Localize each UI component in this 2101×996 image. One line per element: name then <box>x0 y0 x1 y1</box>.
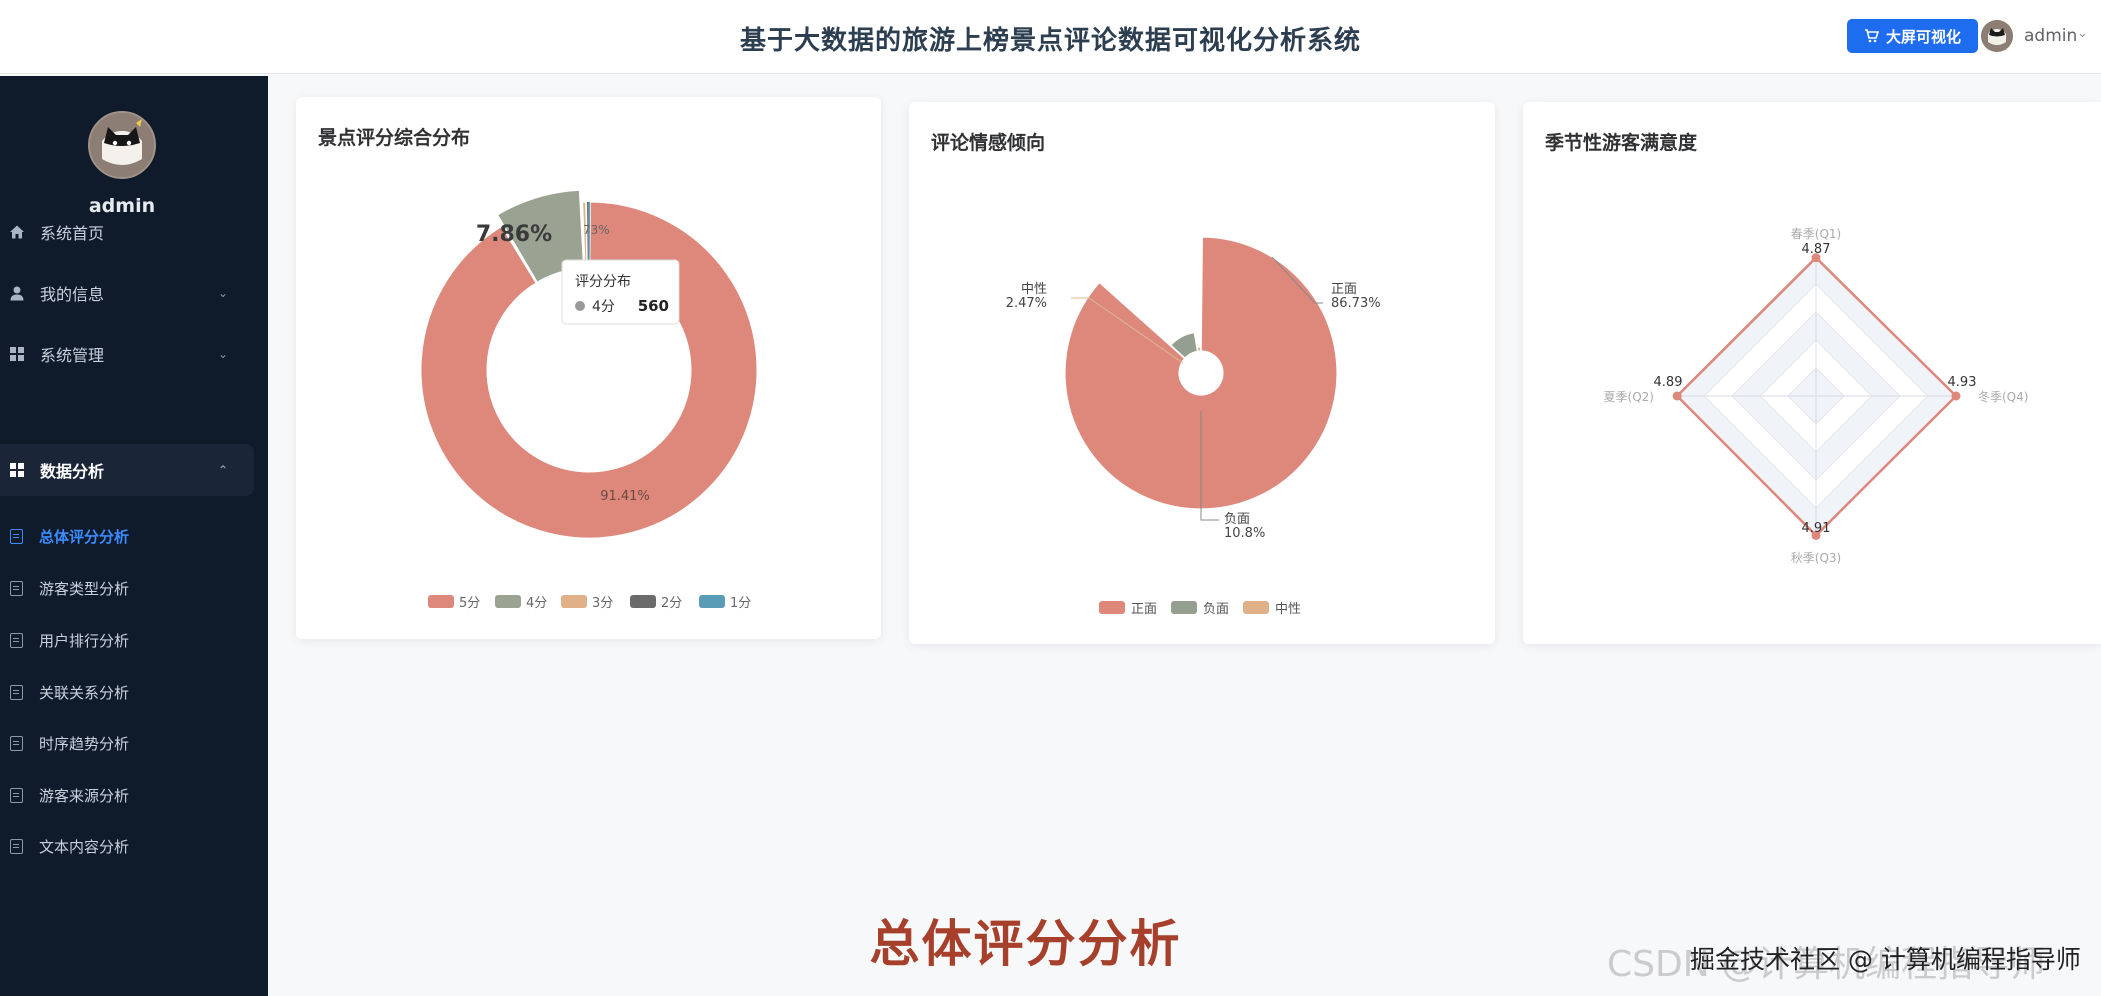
submenu-user-ranking[interactable]: 用户排行分析 <box>0 615 254 665</box>
rose-label-正面: 正面 <box>1331 282 1357 297</box>
submenu-label: 游客来源分析 <box>39 786 130 805</box>
document-icon <box>10 684 23 700</box>
tooltip-name: 4分 <box>592 299 615 315</box>
submenu-text-content[interactable]: 文本内容分析 <box>0 821 254 871</box>
submenu-visitor-type[interactable]: 游客类型分析 <box>0 563 254 613</box>
legend-label-3分: 3分 <box>592 596 613 611</box>
menu-label: 系统首页 <box>40 224 105 243</box>
bigscreen-label: 大屏可视化 <box>1885 27 1961 46</box>
document-icon <box>10 528 23 544</box>
rose-value-正面: 86.73% <box>1331 296 1381 311</box>
sidebar: admin 系统首页 我的信息 ⌄ 系统管理 ⌄ 数据分析 ⌃ 总体评分分析 游… <box>0 76 268 996</box>
watermark: 掘金技术社区 @ 计算机编程指导师 <box>1690 945 2081 974</box>
rose-value-负面: 10.8% <box>1224 526 1265 541</box>
submenu-label: 文本内容分析 <box>39 837 130 856</box>
radar-value-label-3: 4.89 <box>1654 375 1683 390</box>
chevron-down-icon: ⌄ <box>218 286 229 300</box>
legend-label-负面: 负面 <box>1203 602 1229 617</box>
legend-swatch-3分 <box>561 595 587 608</box>
submenu-label: 游客类型分析 <box>39 579 130 598</box>
radar-point-1 <box>1951 391 1961 401</box>
legend-label-5分: 5分 <box>459 596 480 611</box>
legend-swatch-负面 <box>1171 601 1197 614</box>
radar-indicator-1: 冬季(Q4) <box>1978 389 2028 404</box>
document-icon <box>10 580 23 596</box>
legend-swatch-2分 <box>630 595 656 608</box>
user-icon <box>10 286 24 301</box>
seasonal-radar-chart: 春季(Q1) 冬季(Q4) 秋季(Q3) 夏季(Q2) 4.87 4.93 4.91 4.89 <box>1604 227 2029 565</box>
slice-label-5: 91.41% <box>600 489 650 504</box>
radar-value-label-0: 4.87 <box>1802 242 1831 257</box>
seasonal-card: 季节性游客满意度 春季(Q1) 冬季(Q4) 秋季(Q3) 夏季(Q2) 4.87 4.9… <box>1523 102 2101 644</box>
sentiment-rose-chart: 正面86.73%负面10.8%中性2.47%正面 负面 中性 <box>1006 236 1381 617</box>
legend-label-1分: 1分 <box>730 596 751 611</box>
tooltip-value: 560 <box>638 297 669 315</box>
rose-value-中性: 2.47% <box>1006 296 1047 311</box>
submenu-label: 用户排行分析 <box>39 631 130 650</box>
submenu-overall-rating[interactable]: 总体评分分析 <box>0 511 254 561</box>
legend-swatch-中性 <box>1243 601 1269 614</box>
rating-donut-chart: 91.41% 7.86% 73% 评分分布 4分 560 5分 4分 3分 2分 1分 <box>420 189 758 611</box>
radar-point-3 <box>1672 391 1682 401</box>
radar-indicator-0: 春季(Q1) <box>1791 227 1841 241</box>
submenu-label: 时序趋势分析 <box>39 734 130 753</box>
submenu-correlation[interactable]: 关联关系分析 <box>0 667 254 717</box>
rose-label-负面: 负面 <box>1224 512 1250 527</box>
top-header: 基于大数据的旅游上榜景点评论数据可视化分析系统 大屏可视化 admin ⌄ <box>0 0 2101 74</box>
menu-item-home[interactable]: 系统首页 <box>0 206 254 258</box>
slice-label-4: 7.86% <box>476 222 552 247</box>
submenu-visitor-source[interactable]: 游客来源分析 <box>0 770 254 820</box>
cart-icon <box>1864 29 1879 43</box>
tooltip-title: 评分分布 <box>575 274 631 290</box>
radar-indicator-2: 秋季(Q3) <box>1791 551 1841 565</box>
legend-swatch-1分 <box>699 595 725 608</box>
legend-swatch-4分 <box>495 595 521 608</box>
menu-label: 数据分析 <box>40 462 105 481</box>
chevron-down-icon: ⌄ <box>218 347 229 361</box>
tooltip-marker <box>575 301 585 311</box>
legend-label-4分: 4分 <box>526 596 547 611</box>
chevron-down-icon[interactable]: ⌄ <box>2077 26 2088 41</box>
document-icon <box>10 735 23 751</box>
menu-item-my-info[interactable]: 我的信息 ⌄ <box>0 267 254 319</box>
document-icon <box>10 838 23 854</box>
submenu-label: 关联关系分析 <box>39 683 130 702</box>
menu-label: 系统管理 <box>40 346 105 365</box>
slice-label-3: 73% <box>583 223 610 237</box>
home-icon <box>10 225 24 239</box>
menu-label: 我的信息 <box>40 285 105 304</box>
legend-swatch-正面 <box>1099 601 1125 614</box>
legend-label-正面: 正面 <box>1131 602 1157 617</box>
sidebar-avatar <box>88 111 156 179</box>
header-avatar[interactable] <box>1981 20 2013 52</box>
header-username[interactable]: admin <box>2024 26 2077 46</box>
menu-item-system[interactable]: 系统管理 ⌄ <box>0 328 254 380</box>
chevron-up-icon: ⌃ <box>218 463 229 477</box>
rose-label-中性: 中性 <box>1021 282 1047 297</box>
rating-distribution-card: 景点评分综合分布 91.41% 7.86% 73% 评分分布 4分 560 5分 4分 3分 2分… <box>296 97 881 639</box>
radar-value-label-1: 4.93 <box>1948 375 1977 390</box>
submenu-time-trend[interactable]: 时序趋势分析 <box>0 718 254 768</box>
submenu-label: 总体评分分析 <box>39 527 130 546</box>
document-icon <box>10 632 23 648</box>
grid-icon <box>10 463 24 477</box>
document-icon <box>10 787 23 803</box>
sentiment-card: 评论情感倾向 正面 86.73% 负面 10.8% 中性 2.47% 正面 负面 中性 <box>909 102 1495 644</box>
legend-label-2分: 2分 <box>661 596 682 611</box>
bigscreen-button[interactable]: 大屏可视化 <box>1847 19 1978 53</box>
legend-label-中性: 中性 <box>1275 602 1301 617</box>
radar-indicator-3: 夏季(Q2) <box>1604 390 1654 404</box>
radar-value-label-2: 4.91 <box>1802 521 1831 536</box>
grid-icon <box>10 347 24 361</box>
rose-slice-中性 <box>1196 346 1202 352</box>
legend-swatch-5分 <box>428 595 454 608</box>
menu-item-data-analysis[interactable]: 数据分析 ⌃ <box>0 444 254 496</box>
app-title: 基于大数据的旅游上榜景点评论数据可视化分析系统 <box>739 26 1361 56</box>
